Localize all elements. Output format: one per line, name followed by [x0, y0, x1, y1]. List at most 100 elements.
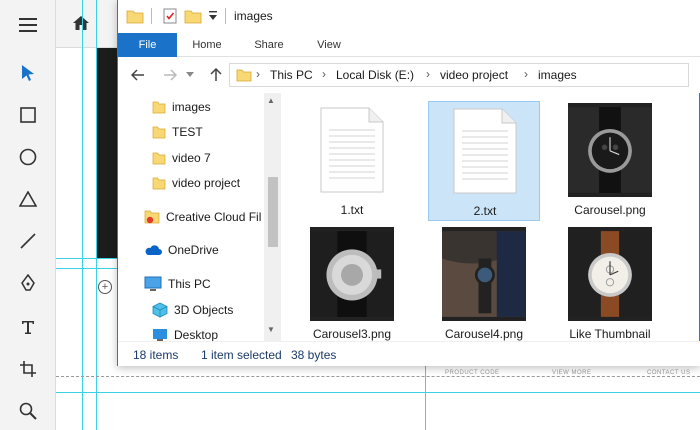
chevron-right-icon[interactable]: › — [322, 67, 326, 81]
back-arrow-icon[interactable] — [128, 65, 148, 85]
home-icon[interactable] — [72, 14, 90, 35]
file-item[interactable]: Carousel.png — [554, 101, 666, 221]
customize-toolbar-icon[interactable] — [208, 10, 218, 25]
canvas-divider — [56, 376, 700, 377]
watch-image-thumbnail — [682, 105, 700, 195]
desktop-icon — [152, 328, 168, 341]
file-name: 2.txt — [473, 204, 497, 218]
window-title: images — [234, 9, 273, 23]
breadcrumb-video-project[interactable]: video project — [440, 68, 508, 82]
tree-item-label: Desktop — [174, 328, 219, 341]
tree-item-label: video 7 — [172, 151, 211, 165]
breadcrumb-this-pc[interactable]: This PC — [270, 68, 313, 82]
chevron-right-icon[interactable]: › — [256, 67, 260, 81]
address-bar[interactable]: › This PC › Local Disk (E:) › video proj… — [229, 63, 689, 87]
tree-item-this-pc[interactable]: This PC — [144, 273, 211, 295]
file-item[interactable] — [682, 101, 700, 221]
scroll-down-icon[interactable]: ▼ — [267, 325, 275, 334]
navigation-bar: › This PC › Local Disk (E:) › video proj… — [118, 57, 700, 93]
file-item[interactable]: Carousel4.png — [428, 225, 540, 341]
onedrive-icon — [144, 244, 162, 256]
folder-icon — [152, 176, 166, 190]
ellipse-tool-icon[interactable] — [10, 142, 46, 172]
watch-image-thumbnail — [682, 229, 700, 319]
tree-item-label: video project — [172, 176, 241, 190]
zoom-tool-icon[interactable] — [10, 396, 46, 426]
watch-image-thumbnail — [568, 227, 652, 321]
watch-image-thumbnail — [310, 227, 394, 321]
selection-count: 1 item selected — [201, 348, 282, 362]
tab-share[interactable]: Share — [244, 33, 294, 57]
new-folder-icon[interactable] — [184, 8, 202, 27]
artboard-tool-icon[interactable] — [10, 354, 46, 384]
item-count: 18 items — [133, 348, 179, 362]
tab-view[interactable]: View — [304, 33, 354, 57]
pen-tool-icon[interactable] — [10, 268, 46, 298]
nav-pane-scrollbar[interactable]: ▲ ▼ — [264, 93, 281, 341]
navigation-pane: images TEST video 7 video project Creati… — [118, 93, 282, 341]
tree-item-3d-objects[interactable]: 3D Objects — [152, 299, 233, 321]
up-arrow-icon[interactable] — [206, 65, 226, 85]
file-item[interactable]: Like Thumbnail — [554, 225, 666, 341]
add-element-button[interactable]: + — [98, 280, 112, 294]
breadcrumb-local-disk[interactable]: Local Disk (E:) — [336, 68, 414, 82]
file-item[interactable]: Carousel3.png — [296, 225, 408, 341]
cube-icon — [152, 302, 168, 318]
app-home-strip — [56, 0, 120, 48]
rectangle-tool-icon[interactable] — [10, 100, 46, 130]
toolbar-separator — [151, 8, 152, 24]
file-item-selected[interactable]: 2.txt — [428, 101, 540, 221]
file-item[interactable] — [682, 225, 700, 341]
canvas-label: CONTACT US — [645, 370, 693, 376]
computer-icon — [144, 276, 162, 292]
tree-item-label: 3D Objects — [174, 303, 234, 317]
breadcrumb-images[interactable]: images — [538, 68, 577, 82]
file-name: 1.txt — [340, 203, 364, 217]
watch-image-thumbnail — [442, 227, 526, 321]
tab-home[interactable]: Home — [182, 33, 232, 57]
menu-icon[interactable] — [10, 10, 46, 40]
tree-item-label: Creative Cloud Fil — [166, 210, 262, 224]
tree-item-video-7[interactable]: video 7 — [152, 147, 211, 169]
polygon-tool-icon[interactable] — [10, 184, 46, 214]
properties-icon[interactable] — [162, 8, 178, 27]
toolbar-separator — [225, 8, 226, 24]
layout-guide — [82, 0, 83, 430]
tree-item-images[interactable]: images — [152, 96, 211, 118]
scroll-up-icon[interactable]: ▲ — [267, 96, 275, 105]
tree-item-desktop[interactable]: Desktop — [152, 324, 218, 341]
file-explorer-window: images File Home Share View › This PC › … — [117, 0, 700, 366]
scrollbar-thumb[interactable] — [268, 177, 278, 247]
file-item[interactable]: 1.txt — [296, 101, 408, 221]
tree-item-creative-cloud[interactable]: Creative Cloud Fil — [144, 206, 261, 228]
folder-icon — [126, 8, 144, 27]
ribbon-tabs: File Home Share View — [118, 33, 700, 57]
creative-cloud-icon — [144, 209, 160, 225]
text-file-icon — [310, 105, 394, 195]
recent-locations-icon[interactable] — [180, 65, 200, 85]
folder-icon — [236, 68, 252, 85]
status-bar: 18 items 1 item selected 38 bytes — [118, 341, 700, 366]
layout-guide — [56, 392, 700, 393]
select-tool-icon[interactable] — [10, 58, 46, 88]
tree-item-test[interactable]: TEST — [152, 121, 203, 143]
file-list: 1.txt 2.txt Carousel.png Carousel3.png C… — [286, 93, 700, 341]
tab-file[interactable]: File — [118, 33, 177, 57]
forward-arrow-icon[interactable] — [160, 65, 180, 85]
file-name: Carousel4.png — [444, 327, 524, 341]
tree-item-onedrive[interactable]: OneDrive — [144, 239, 219, 261]
text-tool-icon[interactable] — [10, 312, 46, 342]
chevron-right-icon[interactable]: › — [524, 67, 528, 81]
canvas-label: PRODUCT CODE — [443, 370, 502, 376]
line-tool-icon[interactable] — [10, 226, 46, 256]
tree-item-video-project[interactable]: video project — [152, 172, 240, 194]
layout-guide — [96, 0, 97, 430]
file-name: Like Thumbnail — [569, 327, 651, 341]
file-name: Carousel3.png — [312, 327, 392, 341]
text-file-icon — [443, 106, 527, 196]
chevron-right-icon[interactable]: › — [426, 67, 430, 81]
folder-icon — [152, 100, 166, 114]
folder-icon — [152, 151, 166, 165]
title-bar: images — [118, 0, 700, 33]
file-name: Carousel.png — [574, 203, 646, 217]
